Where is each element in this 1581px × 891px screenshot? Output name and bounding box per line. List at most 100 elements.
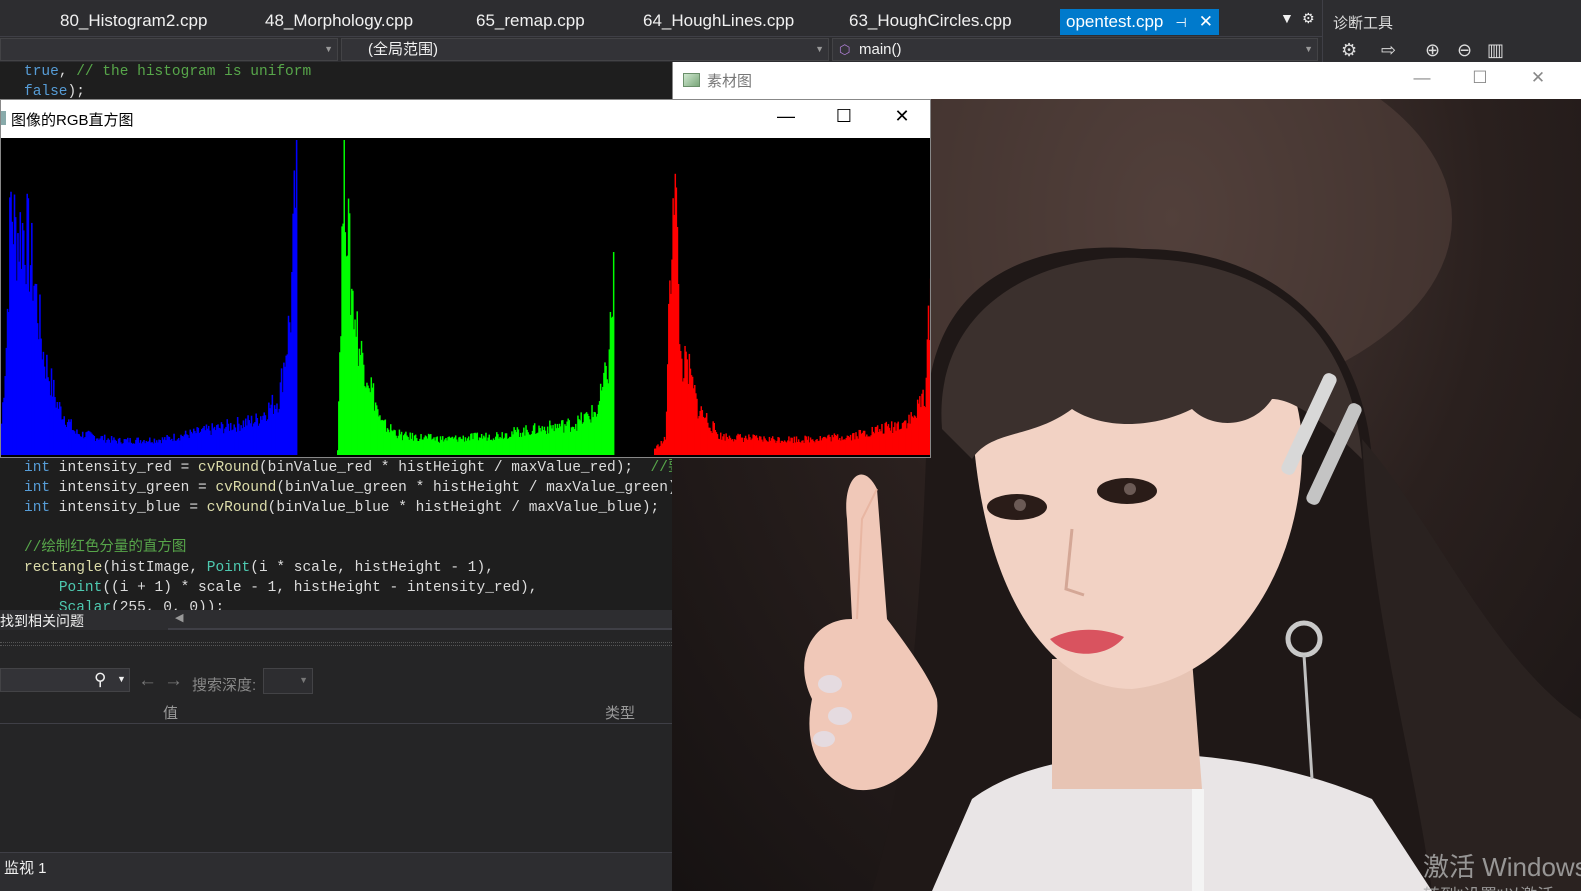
- code-token: cvRound: [206, 500, 268, 516]
- gear-icon[interactable]: ⚙: [1302, 10, 1315, 27]
- function-dropdown[interactable]: ⬡ main() ▼: [832, 38, 1318, 61]
- code-token: );: [67, 84, 85, 100]
- settings-icon[interactable]: ⚙: [1341, 40, 1357, 61]
- search-depth-select[interactable]: ▼: [263, 668, 313, 694]
- tab-label: opentest.cpp: [1066, 12, 1164, 31]
- histogram-series-green: [337, 140, 615, 455]
- maximize-button[interactable]: ☐: [1457, 68, 1503, 88]
- code-token: int: [24, 500, 51, 516]
- code-token: // the histogram is uniform: [76, 64, 312, 80]
- chevron-down-icon: ▼: [815, 44, 824, 54]
- code-token: (binValue_red * histHeight / maxValue_re…: [258, 460, 651, 476]
- code-token: intensity_green =: [50, 480, 216, 496]
- tab-63-houghcircles[interactable]: 63_HoughCircles.cpp: [849, 8, 1012, 36]
- tab-label: 80_Histogram2.cpp: [60, 11, 208, 30]
- code-line[interactable]: true, // the histogram is uniform: [24, 62, 311, 82]
- code-line[interactable]: int intensity_green = cvRound(binValue_g…: [24, 478, 735, 498]
- code-token: (binValue_green * histHeight / maxValue_…: [276, 480, 703, 496]
- tab-label: 63_HoughCircles.cpp: [849, 11, 1012, 30]
- histogram-series-blue: [1, 140, 298, 456]
- chevron-down-icon: ▼: [324, 44, 333, 54]
- watch-tab-strip: 监视 1: [0, 852, 672, 891]
- panel-title: 诊断工具: [1333, 15, 1394, 32]
- panel-grip[interactable]: [0, 642, 672, 646]
- window-title: 素材图: [707, 73, 753, 90]
- watch-panel: ⚲ ▼ ← → 搜索深度: ▼ 值 类型 监视 1: [0, 630, 672, 891]
- activation-watermark-hint: 转到"设置"以激活: [1423, 881, 1554, 891]
- scope-dropdown[interactable]: (全局范围) ▼: [341, 38, 829, 61]
- search-input[interactable]: [0, 668, 130, 692]
- code-token: (binValue_blue * histHeight / maxValue_b…: [267, 500, 677, 516]
- code-token: Point: [58, 580, 103, 596]
- code-line[interactable]: int intensity_red = cvRound(binValue_red…: [24, 458, 726, 478]
- tab-dropdown-icon[interactable]: ▼: [1280, 10, 1294, 26]
- code-token: ,: [58, 64, 77, 80]
- code-token: true: [24, 64, 59, 80]
- tab-64-houghlines[interactable]: 64_HoughLines.cpp: [643, 8, 794, 36]
- chevron-down-icon: ▼: [299, 675, 308, 685]
- forward-arrow-icon[interactable]: →: [164, 670, 183, 692]
- tab-label: 48_Morphology.cpp: [265, 11, 414, 30]
- histogram-window-titlebar[interactable]: 图像的RGB直方图 — ☐ ✕: [1, 100, 930, 138]
- histogram-bar: [612, 252, 615, 455]
- code-token: Point: [206, 560, 251, 576]
- code-token: int: [24, 480, 51, 496]
- window-icon: [1, 111, 6, 125]
- navigation-bar: ▼ (全局范围) ▼ ⬡ main() ▼: [0, 36, 1322, 62]
- chevron-down-icon[interactable]: ▼: [117, 674, 126, 684]
- tab-label: 65_remap.cpp: [476, 11, 585, 30]
- back-arrow-icon[interactable]: ←: [138, 670, 157, 692]
- error-list-tab[interactable]: 找到相关问题: [0, 611, 84, 631]
- histogram-window: 图像的RGB直方图 — ☐ ✕: [0, 99, 931, 458]
- code-token: cvRound: [215, 480, 277, 496]
- image-icon: [683, 73, 700, 87]
- code-token: //绘制红色分量的直方图: [24, 540, 187, 556]
- code-line[interactable]: int intensity_blue = cvRound(binValue_bl…: [24, 498, 723, 518]
- scope-label: (全局范围): [368, 41, 438, 58]
- close-button[interactable]: ✕: [1515, 68, 1561, 88]
- code-token: int: [24, 460, 51, 476]
- chevron-down-icon: ▼: [1304, 44, 1313, 54]
- minimize-button[interactable]: —: [1399, 68, 1445, 88]
- tab-80-histogram2[interactable]: 80_Histogram2.cpp: [60, 8, 207, 36]
- watch-1-tab[interactable]: 监视 1: [4, 857, 47, 878]
- project-dropdown[interactable]: ▼: [0, 38, 338, 61]
- tab-label: 64_HoughLines.cpp: [643, 11, 795, 30]
- divider: [0, 723, 672, 724]
- code-token: cvRound: [198, 460, 259, 476]
- zoom-in-icon[interactable]: ⊕: [1425, 40, 1440, 61]
- error-list-tab-strip: 找到相关问题 ◀: [0, 610, 672, 630]
- code-line[interactable]: Point((i + 1) * scale - 1, histHeight - …: [24, 578, 538, 598]
- code-token: ((i + 1) * scale - 1, histHeight - inten…: [102, 580, 538, 596]
- column-header-type[interactable]: 类型: [605, 702, 635, 723]
- search-depth-label: 搜索深度:: [192, 677, 257, 694]
- tab-65-remap[interactable]: 65_remap.cpp: [476, 8, 585, 36]
- window-title: 图像的RGB直方图: [11, 112, 134, 129]
- close-button[interactable]: ✕: [879, 106, 925, 127]
- histogram-bar: [928, 340, 930, 455]
- code-token: intensity_red =: [50, 460, 199, 476]
- activation-watermark: 激活 Windows: [1423, 852, 1581, 882]
- minimize-button[interactable]: —: [763, 106, 809, 127]
- tab-opentest[interactable]: opentest.cpp ⊣ ✕: [1060, 9, 1219, 35]
- zoom-out-icon[interactable]: ⊖: [1457, 40, 1472, 61]
- export-icon[interactable]: ⇨: [1381, 40, 1396, 61]
- column-header-value[interactable]: 值: [163, 702, 178, 723]
- search-icon[interactable]: ⚲: [94, 670, 106, 690]
- chart-icon[interactable]: ▥: [1487, 40, 1504, 61]
- code-token: (histImage,: [102, 560, 207, 576]
- close-icon[interactable]: ✕: [1199, 12, 1213, 31]
- image-window-titlebar[interactable]: 素材图 — ☐ ✕: [672, 62, 1581, 99]
- cube-icon: ⬡: [839, 42, 851, 57]
- code-token: rectangle: [24, 560, 103, 576]
- code-token: (i * scale, histHeight - 1),: [250, 560, 494, 576]
- code-line[interactable]: //绘制红色分量的直方图: [24, 538, 186, 558]
- scroll-left-icon[interactable]: ◀: [175, 611, 183, 624]
- maximize-button[interactable]: ☐: [821, 106, 867, 127]
- function-label: main(): [859, 41, 902, 58]
- code-token: false: [24, 84, 68, 100]
- code-line[interactable]: rectangle(histImage, Point(i * scale, hi…: [24, 558, 494, 578]
- pin-icon[interactable]: ⊣: [1175, 15, 1186, 30]
- tab-48-morphology[interactable]: 48_Morphology.cpp: [265, 8, 413, 36]
